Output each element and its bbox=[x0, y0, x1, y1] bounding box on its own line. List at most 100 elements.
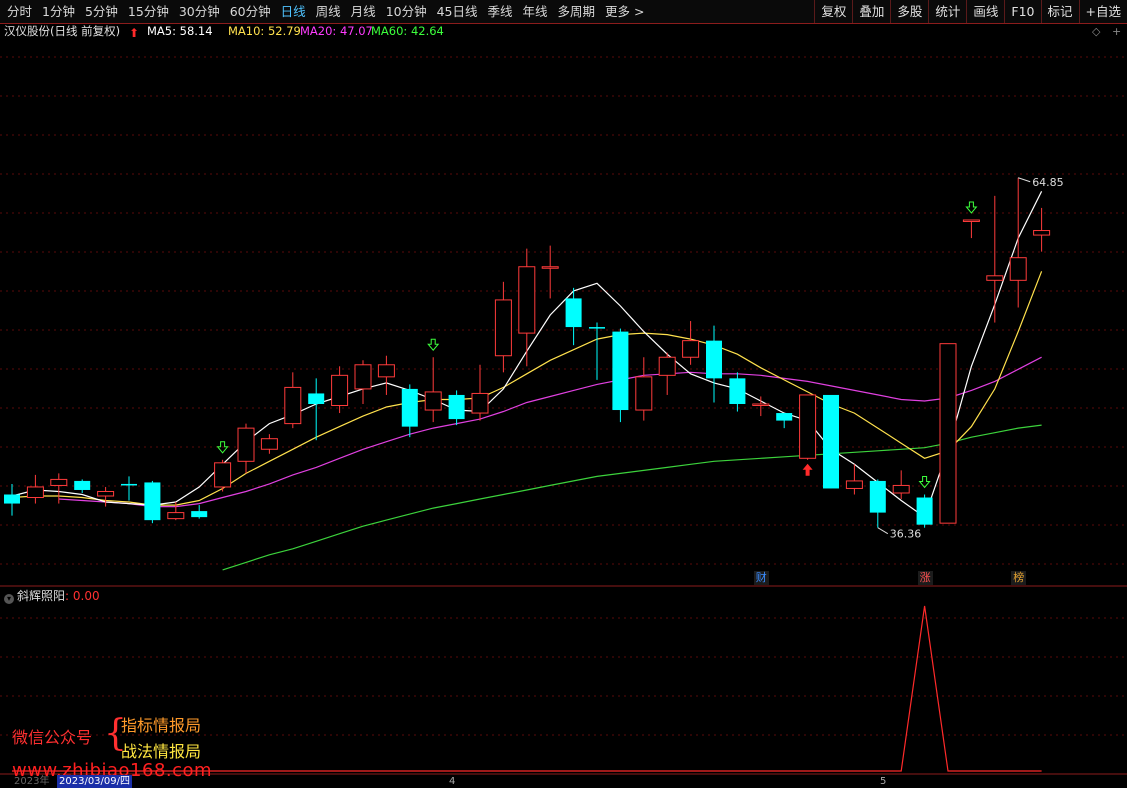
event-badge[interactable]: 涨 bbox=[917, 571, 933, 585]
candle-body bbox=[191, 511, 208, 518]
candle bbox=[706, 325, 722, 403]
candle-body bbox=[776, 413, 793, 421]
candle bbox=[518, 248, 536, 367]
candle-body bbox=[752, 403, 770, 406]
high-label: 64.85 bbox=[1032, 176, 1064, 189]
candle bbox=[799, 394, 817, 460]
candle bbox=[448, 390, 465, 426]
kline-chart: 64.85 36.36 bbox=[0, 56, 1127, 775]
candle-body bbox=[308, 393, 325, 404]
candle bbox=[401, 384, 418, 438]
candle-body bbox=[4, 494, 20, 504]
month-4-label: 4 bbox=[449, 776, 456, 787]
low-label: 36.36 bbox=[890, 528, 922, 541]
candle bbox=[1033, 207, 1051, 252]
candle bbox=[97, 486, 115, 507]
down-arrow-icon bbox=[965, 201, 978, 214]
candle bbox=[494, 281, 512, 373]
candle bbox=[541, 245, 559, 299]
candle bbox=[237, 423, 255, 474]
watermark-line2: 指标情报局 bbox=[121, 716, 202, 735]
dropdown-circle-icon[interactable]: ▾ bbox=[4, 594, 14, 604]
candle-body bbox=[986, 275, 1004, 281]
candle-body bbox=[494, 299, 512, 357]
candle-body bbox=[121, 483, 137, 486]
candle bbox=[121, 476, 137, 501]
month-5-label: 5 bbox=[880, 776, 887, 787]
candle bbox=[916, 494, 933, 528]
candle bbox=[284, 372, 302, 429]
candle bbox=[308, 378, 325, 441]
candle-body bbox=[214, 462, 232, 488]
candle-body bbox=[682, 340, 700, 358]
candle-body bbox=[331, 374, 349, 407]
candle-body bbox=[237, 427, 255, 462]
candle-body bbox=[144, 482, 161, 521]
cursor-date: 2023/03/09/四 bbox=[57, 775, 133, 788]
candle bbox=[752, 396, 770, 417]
candle-body bbox=[916, 497, 933, 525]
candle-body bbox=[97, 490, 115, 497]
candle-body bbox=[892, 484, 910, 494]
indicator-name: 斜辉照阳 bbox=[17, 589, 66, 603]
candle bbox=[191, 505, 208, 519]
candle bbox=[939, 343, 957, 524]
candle bbox=[144, 480, 161, 524]
candle-body bbox=[401, 388, 418, 427]
candle bbox=[729, 372, 746, 412]
candle-body bbox=[612, 331, 629, 411]
candle-body bbox=[284, 386, 302, 425]
candle bbox=[74, 479, 91, 493]
candle bbox=[4, 483, 20, 516]
candle bbox=[214, 459, 232, 492]
candle-body bbox=[1009, 257, 1027, 281]
indicator-title: ▾ 斜辉照阳: 0.00 bbox=[4, 587, 100, 604]
candle-body bbox=[354, 364, 372, 390]
candle bbox=[962, 219, 980, 239]
candle-body bbox=[50, 478, 68, 486]
candle-body bbox=[706, 340, 722, 379]
candle bbox=[377, 355, 395, 395]
indicator-value: : 0.00 bbox=[65, 589, 100, 603]
candle-body bbox=[939, 343, 957, 524]
candle bbox=[823, 394, 839, 489]
candle bbox=[260, 434, 278, 454]
up-arrow-icon bbox=[802, 463, 813, 476]
year-label: 2023年 bbox=[14, 776, 50, 787]
candle bbox=[892, 470, 910, 500]
date-axis: 2023年 2023/03/09/四 4 5 bbox=[0, 775, 1127, 788]
candle-body bbox=[658, 356, 676, 376]
event-badge[interactable]: 榜 bbox=[1011, 571, 1027, 585]
watermark-line3: 战法情报局 bbox=[121, 742, 202, 761]
candle bbox=[776, 413, 793, 429]
candle-body bbox=[729, 378, 746, 404]
down-arrow-icon bbox=[427, 338, 440, 352]
candle bbox=[26, 474, 44, 504]
candle bbox=[986, 195, 1004, 323]
candle-body bbox=[635, 376, 653, 411]
watermark-wechat: 微信公众号 bbox=[12, 728, 93, 747]
candle-body bbox=[589, 327, 605, 329]
candle-body bbox=[823, 394, 839, 489]
candle bbox=[1009, 177, 1027, 308]
candle-body bbox=[962, 219, 980, 222]
candle-body bbox=[471, 392, 489, 414]
candle-body bbox=[260, 438, 278, 450]
candle-body bbox=[1033, 230, 1051, 236]
candle-body bbox=[799, 394, 817, 459]
candle bbox=[635, 357, 653, 421]
event-badge[interactable]: 财 bbox=[753, 571, 769, 585]
candle-body bbox=[869, 480, 886, 513]
candle bbox=[354, 360, 372, 404]
candle-body bbox=[448, 394, 465, 420]
candle bbox=[471, 364, 489, 421]
ma20-line bbox=[58, 356, 1042, 508]
candle bbox=[682, 321, 700, 365]
candle bbox=[331, 366, 349, 414]
high-pointer bbox=[1018, 177, 1031, 183]
low-pointer bbox=[877, 527, 889, 535]
candle bbox=[589, 322, 605, 380]
candle-body bbox=[424, 391, 442, 411]
candle-body bbox=[74, 480, 91, 490]
candle bbox=[612, 328, 629, 423]
